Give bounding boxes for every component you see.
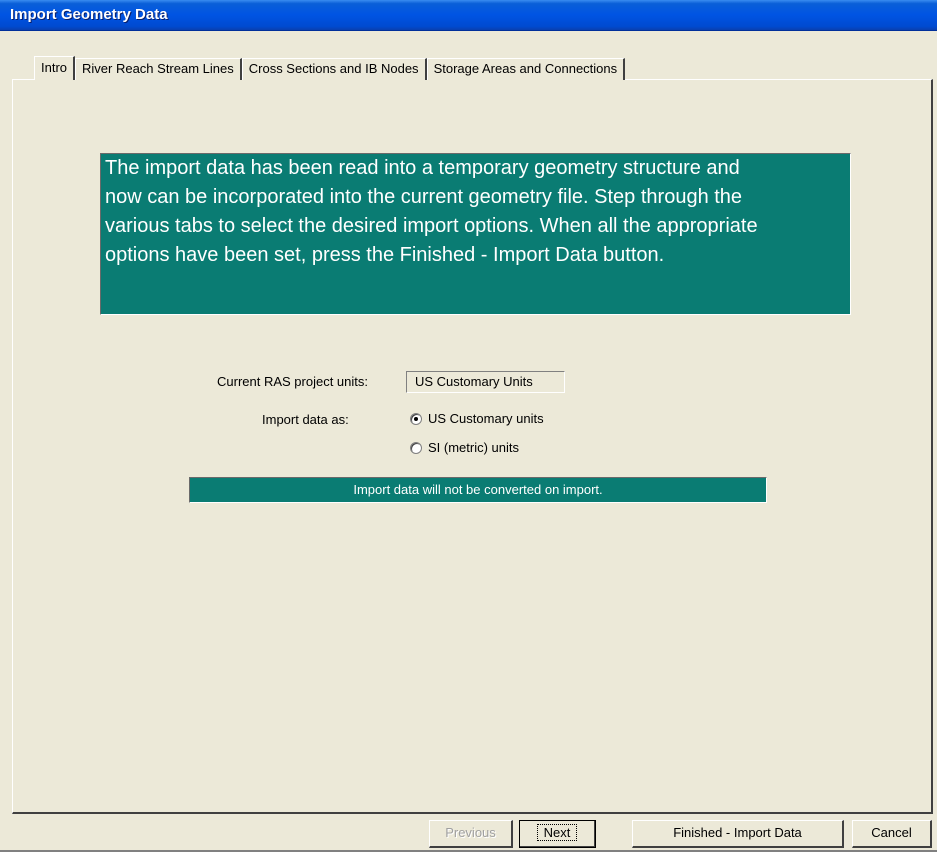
next-button[interactable]: Next	[519, 820, 596, 848]
tab-river-reach-stream-lines[interactable]: River Reach Stream Lines	[75, 58, 242, 80]
radio-si-metric[interactable]: SI (metric) units	[410, 440, 519, 455]
title-bar: Import Geometry Data	[0, 0, 937, 31]
tab-cross-sections-ib-nodes[interactable]: Cross Sections and IB Nodes	[241, 58, 427, 80]
tab-intro[interactable]: Intro	[34, 56, 76, 80]
tab-storage-areas-connections[interactable]: Storage Areas and Connections	[426, 58, 626, 80]
radio-us-customary[interactable]: US Customary units	[410, 411, 544, 426]
intro-line: various tabs to select the desired impor…	[105, 215, 758, 237]
conversion-status: Import data will not be converted on imp…	[189, 477, 767, 503]
next-button-label: Next	[536, 824, 578, 841]
radio-button-icon	[410, 441, 422, 454]
previous-button-label: Previous	[445, 825, 496, 840]
previous-button[interactable]: Previous	[429, 820, 513, 848]
current-units-label: Current RAS project units:	[217, 374, 369, 389]
cancel-button-label: Cancel	[871, 825, 912, 840]
intro-line: The import data has been read into a tem…	[105, 157, 740, 179]
tab-strip: Intro River Reach Stream Lines Cross Sec…	[34, 56, 626, 80]
intro-line: now can be incorporated into the current…	[105, 186, 743, 208]
finished-import-button-label: Finished - Import Data	[673, 825, 802, 840]
intro-message-box: The import data has been read into a tem…	[100, 153, 851, 315]
radio-button-selected-icon	[410, 412, 422, 425]
import-as-label: Import data as:	[262, 412, 349, 427]
finished-import-button[interactable]: Finished - Import Data	[632, 820, 844, 848]
radio-si-metric-label: SI (metric) units	[428, 440, 520, 455]
cancel-button[interactable]: Cancel	[852, 820, 932, 848]
radio-us-customary-label: US Customary units	[428, 411, 544, 426]
current-units-field: US Customary Units	[406, 371, 565, 393]
intro-line: options have been set, press the Finishe…	[105, 244, 665, 266]
window-title: Import Geometry Data	[10, 6, 168, 23]
